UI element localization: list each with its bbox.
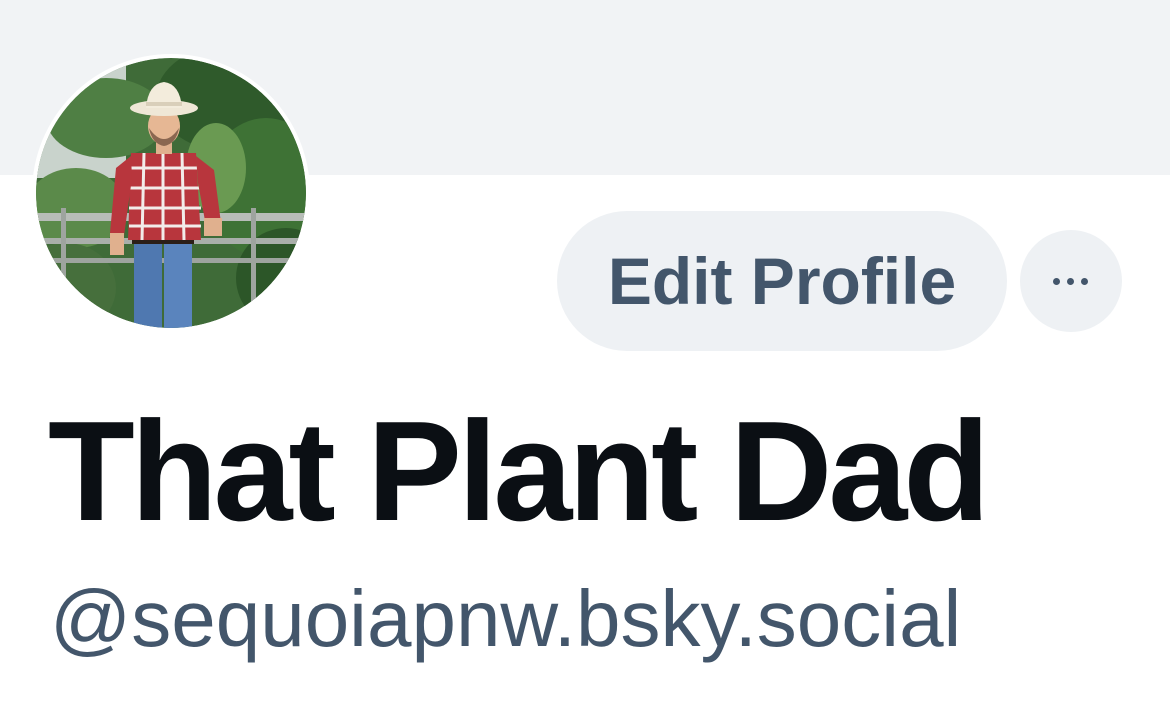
avatar[interactable] [32, 54, 310, 332]
ellipsis-icon [1067, 278, 1074, 285]
avatar-photo [36, 58, 306, 328]
more-options-button[interactable] [1020, 230, 1122, 332]
profile-handle: @sequoiapnw.bsky.social [50, 574, 962, 663]
profile-page: Edit Profile That Plant Dad @sequoiapnw.… [0, 0, 1170, 708]
edit-profile-button[interactable]: Edit Profile [557, 211, 1007, 351]
display-name: That Plant Dad [48, 392, 990, 551]
ellipsis-icon [1081, 278, 1088, 285]
ellipsis-icon [1053, 278, 1060, 285]
